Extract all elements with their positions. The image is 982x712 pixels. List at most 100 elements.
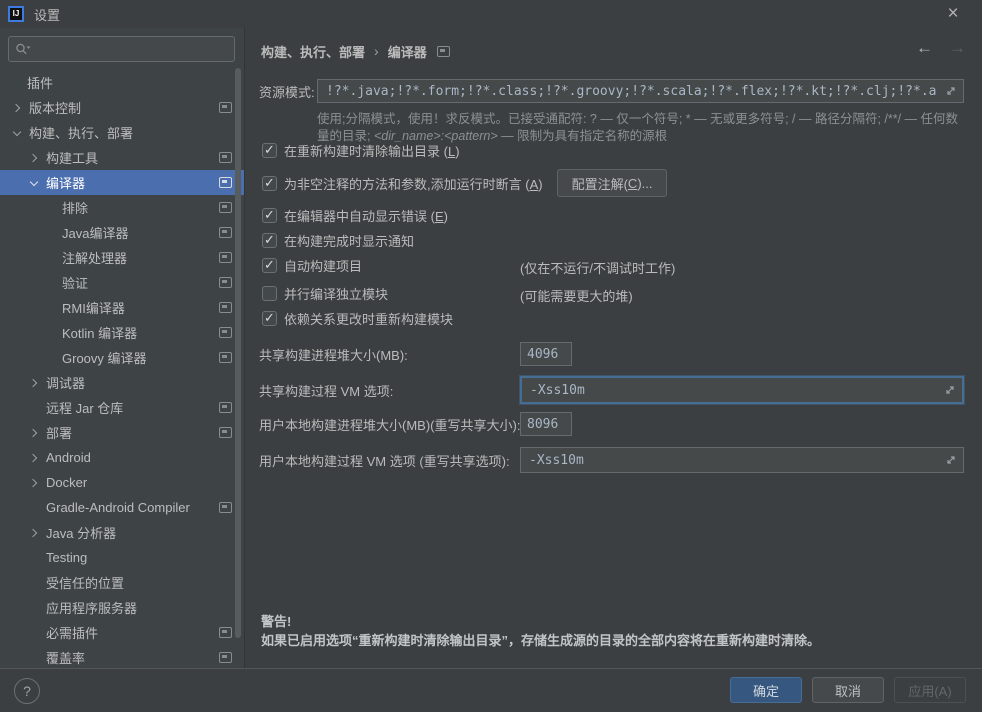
sidebar-item-label: 构建、执行、部署 xyxy=(29,123,133,142)
checkbox-row-build-notification: 在构建完成时显示通知 xyxy=(262,230,414,250)
chevron-right-icon[interactable] xyxy=(30,529,38,537)
project-level-indicator-icon xyxy=(219,252,232,263)
checkbox-compile-independent-modules-parallel[interactable] xyxy=(262,286,277,301)
shared-vm-options-input[interactable] xyxy=(522,383,944,398)
project-level-indicator-icon xyxy=(219,202,232,213)
sidebar-item-android[interactable]: Android xyxy=(0,445,245,470)
sidebar-item-java-profiler[interactable]: Java 分析器 xyxy=(0,520,245,545)
sidebar-item-label: RMI编译器 xyxy=(62,298,125,317)
sidebar-item-required-plugins[interactable]: 必需插件 xyxy=(0,620,245,645)
sidebar-item-java-compiler[interactable]: Java编译器 xyxy=(0,220,245,245)
checkbox-show-errors-in-editor[interactable] xyxy=(262,208,277,223)
sidebar-item-build-tools[interactable]: 构建工具 xyxy=(0,145,245,170)
sidebar-item-deployment[interactable]: 部署 xyxy=(0,420,245,445)
checkbox-build-project-automatically[interactable] xyxy=(262,258,277,273)
sidebar-item-label: Kotlin 编译器 xyxy=(62,323,137,342)
configure-annotations-button[interactable]: 配置注解(C)... xyxy=(557,169,668,197)
sidebar-item-kotlin-compiler[interactable]: Kotlin 编译器 xyxy=(0,320,245,345)
resource-patterns-input[interactable] xyxy=(318,84,945,99)
shared-heap-size-input[interactable] xyxy=(520,342,572,366)
titlebar: IJ 设置 × xyxy=(0,0,982,29)
back-arrow-icon[interactable]: ← xyxy=(916,38,933,58)
project-level-indicator-icon xyxy=(437,46,450,57)
chevron-right-icon[interactable] xyxy=(30,154,38,162)
checkbox-rebuild-modules-on-dependency-change[interactable] xyxy=(262,311,277,326)
expand-field-icon[interactable] xyxy=(945,454,957,466)
resource-patterns-field xyxy=(317,79,964,103)
sidebar-item-label: 验证 xyxy=(62,273,88,292)
sidebar-item-version-control[interactable]: 版本控制 xyxy=(0,95,245,120)
settings-sidebar: 插件 版本控制 构建、执行、部署 构建工具 编译器 排除 Java编译器 注解处… xyxy=(0,28,245,668)
history-nav: ← → xyxy=(916,38,966,58)
project-level-indicator-icon xyxy=(219,177,232,188)
close-window-button[interactable]: × xyxy=(938,0,968,28)
checkbox-label: 依赖关系更改时重新构建模块 xyxy=(284,309,453,328)
sidebar-item-label: 注解处理器 xyxy=(62,248,127,267)
sidebar-item-label: 覆盖率 xyxy=(46,648,85,667)
chevron-right-icon[interactable] xyxy=(30,379,38,387)
chevron-right-icon[interactable] xyxy=(30,429,38,437)
checkbox-clear-output-directory[interactable] xyxy=(262,143,277,158)
sidebar-item-groovy-compiler[interactable]: Groovy 编译器 xyxy=(0,345,245,370)
parallel-compile-note: (可能需要更大的堆) xyxy=(520,286,633,305)
project-level-indicator-icon xyxy=(219,427,232,438)
sidebar-item-label: 应用程序服务器 xyxy=(46,598,137,617)
user-local-heap-size-input[interactable] xyxy=(520,412,572,436)
chevron-right-icon[interactable] xyxy=(30,479,38,487)
sidebar-item-excludes[interactable]: 排除 xyxy=(0,195,245,220)
checkbox-label: 在重新构建时清除输出目录 (L) xyxy=(284,141,460,160)
compiler-settings-panel: 构建、执行、部署 › 编译器 ← → 资源模式: 使用;分隔模式，使用！求反模式… xyxy=(245,28,982,668)
dialog-buttons: 确定 取消 应用(A) xyxy=(730,677,966,703)
forward-arrow-icon: → xyxy=(949,38,966,58)
settings-search-box[interactable] xyxy=(8,36,235,62)
checkbox-label: 在构建完成时显示通知 xyxy=(284,231,414,250)
help-text: — 限制为具有指定名称的源根 xyxy=(498,129,667,143)
chevron-down-icon[interactable] xyxy=(30,179,38,187)
cancel-button[interactable]: 取消 xyxy=(812,677,884,703)
sidebar-item-debugger[interactable]: 调试器 xyxy=(0,370,245,395)
project-level-indicator-icon xyxy=(219,227,232,238)
help-button[interactable]: ? xyxy=(14,678,40,704)
sidebar-item-build-execution-deployment[interactable]: 构建、执行、部署 xyxy=(0,120,245,145)
sidebar-item-docker[interactable]: Docker xyxy=(0,470,245,495)
checkbox-row-parallel-compile: 并行编译独立模块 xyxy=(262,283,388,303)
ok-button[interactable]: 确定 xyxy=(730,677,802,703)
checkbox-runtime-assertions[interactable] xyxy=(262,176,277,191)
sidebar-item-rmi-compiler[interactable]: RMI编译器 xyxy=(0,295,245,320)
sidebar-item-trusted-locations[interactable]: 受信任的位置 xyxy=(0,570,245,595)
sidebar-item-gradle-android-compiler[interactable]: Gradle-Android Compiler xyxy=(0,495,245,520)
user-local-vm-options-input[interactable] xyxy=(521,453,945,468)
sidebar-item-coverage[interactable]: 覆盖率 xyxy=(0,645,245,668)
shared-vm-options-label: 共享构建过程 VM 选项: xyxy=(259,376,393,404)
search-icon xyxy=(15,42,32,56)
checkbox-row-clear-output: 在重新构建时清除输出目录 (L) xyxy=(262,140,460,160)
sidebar-scrollbar[interactable] xyxy=(235,68,241,638)
chevron-right-icon[interactable] xyxy=(30,454,38,462)
search-input[interactable] xyxy=(32,42,234,57)
sidebar-item-label: Java编译器 xyxy=(62,223,128,242)
intellij-logo-icon: IJ xyxy=(8,6,24,22)
expand-field-icon[interactable] xyxy=(945,85,957,97)
checkbox-row-show-errors: 在编辑器中自动显示错误 (E) xyxy=(262,205,448,225)
breadcrumb-current: 编译器 xyxy=(388,42,427,61)
apply-button[interactable]: 应用(A) xyxy=(894,677,966,703)
checkbox-show-build-notification[interactable] xyxy=(262,233,277,248)
chevron-down-icon[interactable] xyxy=(13,129,21,137)
sidebar-item-label: 编译器 xyxy=(46,173,85,192)
sidebar-item-label: Groovy 编译器 xyxy=(62,348,147,367)
sidebar-item-validation[interactable]: 验证 xyxy=(0,270,245,295)
sidebar-item-application-servers[interactable]: 应用程序服务器 xyxy=(0,595,245,620)
expand-field-icon[interactable] xyxy=(944,384,956,396)
checkbox-label: 为非空注释的方法和参数,添加运行时断言 (A) xyxy=(284,174,543,193)
sidebar-item-remote-jar-repositories[interactable]: 远程 Jar 仓库 xyxy=(0,395,245,420)
sidebar-item-annotation-processors[interactable]: 注解处理器 xyxy=(0,245,245,270)
project-level-indicator-icon xyxy=(219,352,232,363)
sidebar-item-label: 排除 xyxy=(62,198,88,217)
sidebar-item-plugins[interactable]: 插件 xyxy=(0,70,245,95)
chevron-right-icon[interactable] xyxy=(13,104,21,112)
sidebar-item-testing[interactable]: Testing xyxy=(0,545,245,570)
sidebar-item-compiler[interactable]: 编译器 xyxy=(0,170,245,195)
breadcrumb-parent[interactable]: 构建、执行、部署 xyxy=(261,42,365,61)
sidebar-item-label: 调试器 xyxy=(46,373,85,392)
project-level-indicator-icon xyxy=(219,277,232,288)
